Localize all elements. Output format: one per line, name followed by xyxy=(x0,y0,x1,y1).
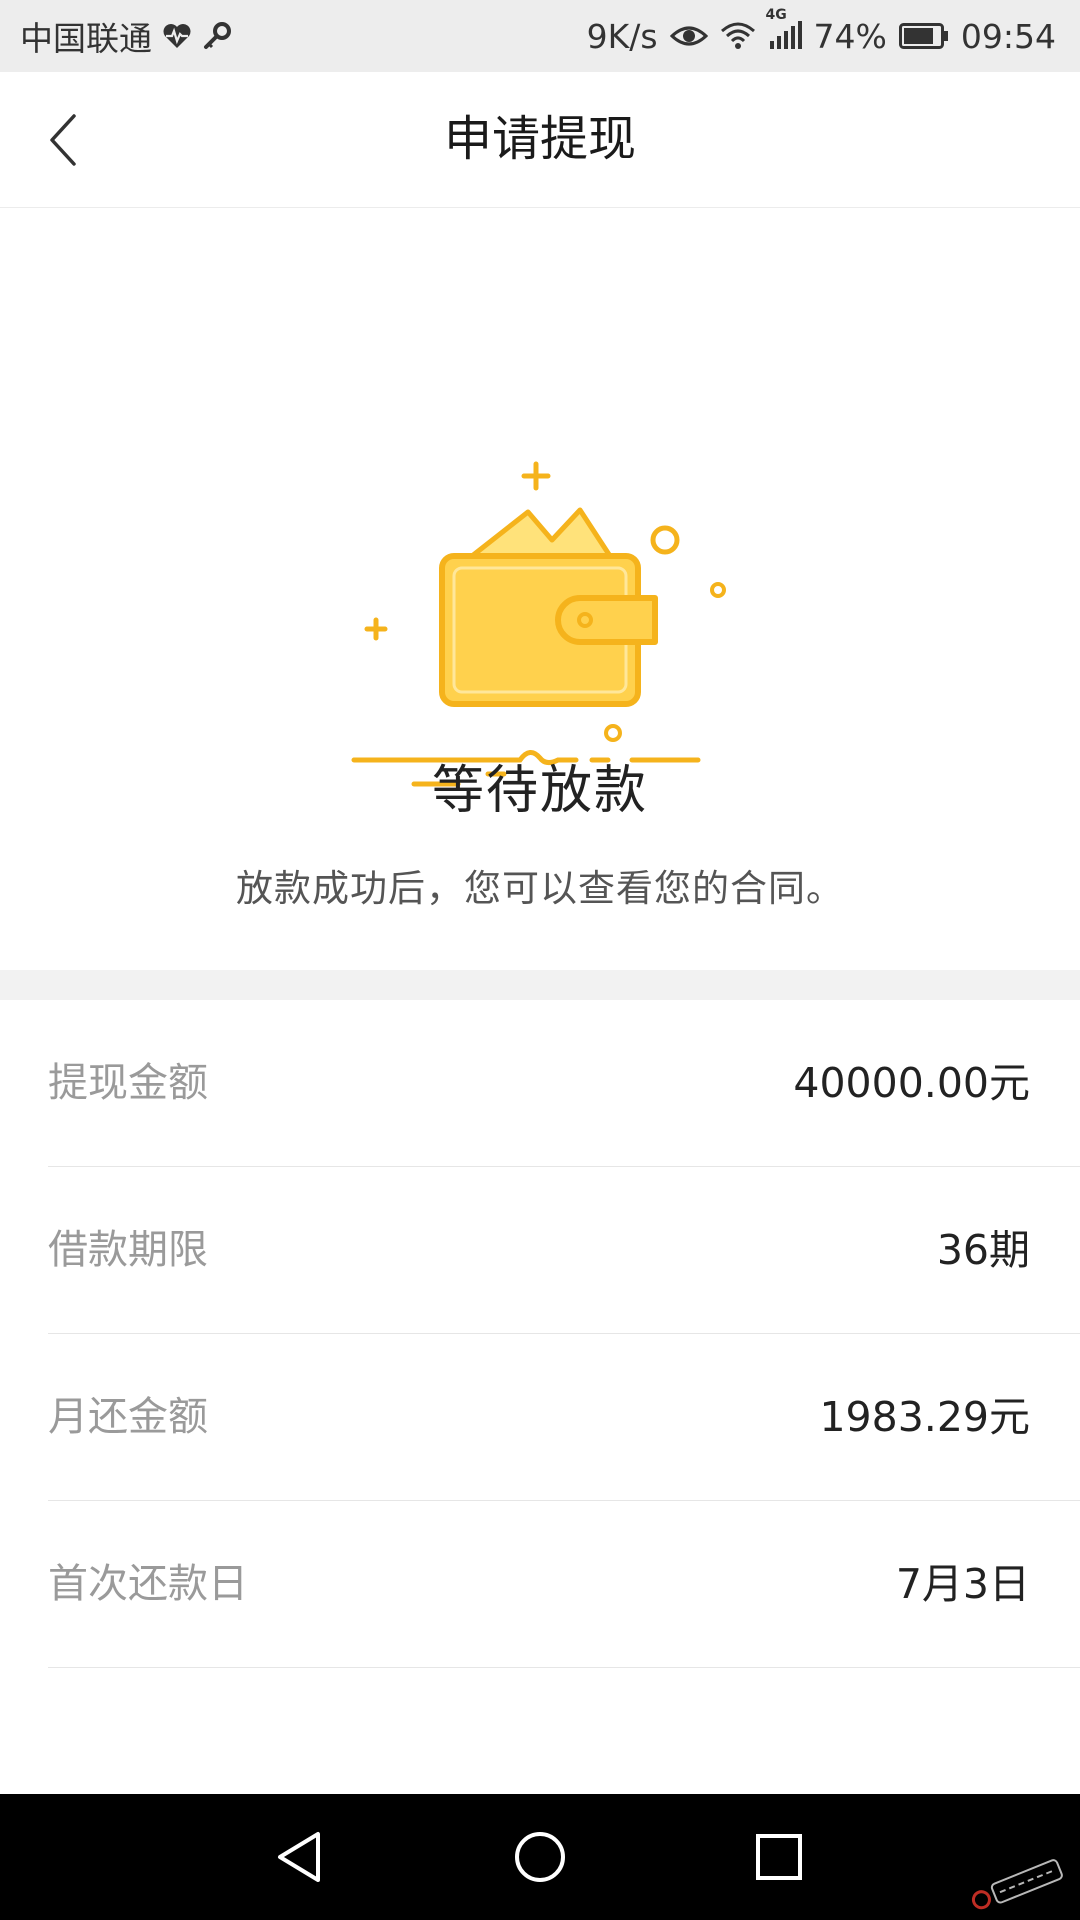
network-speed: 9K/s xyxy=(586,16,658,56)
system-back-button[interactable] xyxy=(266,1824,332,1890)
status-title: 等待放款 xyxy=(431,761,648,821)
wifi-icon xyxy=(720,21,756,51)
status-subtitle: 放款成功后，您可以查看您的合同。 xyxy=(236,867,844,910)
detail-label: 借款期限 xyxy=(48,1227,208,1273)
watermark-stamp xyxy=(971,1859,1063,1910)
system-home-button[interactable] xyxy=(507,1824,573,1890)
battery-icon xyxy=(898,22,949,50)
detail-label: 首次还款日 xyxy=(48,1561,248,1607)
detail-value: 40000.00元 xyxy=(793,1059,1030,1107)
network-type: 4G xyxy=(765,7,787,23)
recent-square-icon xyxy=(756,1834,802,1880)
system-nav-bar xyxy=(0,1794,1080,1920)
status-left: 中国联通 xyxy=(20,0,232,72)
status-bar: 中国联通 9K/s 4G 74% 09:54 xyxy=(0,0,1080,72)
detail-value: 36期 xyxy=(936,1226,1030,1274)
back-triangle-icon xyxy=(278,1832,320,1882)
detail-label: 月还金额 xyxy=(48,1394,208,1440)
detail-value: 7月3日 xyxy=(895,1560,1030,1608)
section-divider xyxy=(0,970,1080,1000)
carrier-name: 中国联通 xyxy=(20,19,152,58)
heart-pulse-icon xyxy=(162,22,192,50)
detail-row-first-repayment: 首次还款日 7月3日 xyxy=(48,1501,1080,1668)
signal-icon: 4G xyxy=(766,7,802,51)
system-recent-button[interactable] xyxy=(746,1824,812,1890)
detail-value: 1983.29元 xyxy=(819,1393,1030,1441)
page-title: 申请提现 xyxy=(443,111,636,167)
home-circle-icon xyxy=(515,1832,565,1882)
battery-percent: 74% xyxy=(813,16,887,56)
eye-icon xyxy=(669,22,708,50)
detail-row-term: 借款期限 36期 xyxy=(48,1167,1080,1334)
status-hero: 等待放款 放款成功后，您可以查看您的合同。 xyxy=(0,208,1080,970)
detail-row-amount: 提现金额 40000.00元 xyxy=(48,1000,1080,1167)
nav-bar: 申请提现 xyxy=(0,72,1080,208)
key-icon xyxy=(202,21,232,51)
status-right: 9K/s 4G 74% 09:54 xyxy=(587,0,1056,72)
detail-row-monthly: 月还金额 1983.29元 xyxy=(48,1334,1080,1501)
clock: 09:54 xyxy=(960,16,1056,56)
withdrawal-details: 提现金额 40000.00元 借款期限 36期 月还金额 1983.29元 首次… xyxy=(0,1000,1080,1668)
detail-label: 提现金额 xyxy=(48,1060,208,1106)
